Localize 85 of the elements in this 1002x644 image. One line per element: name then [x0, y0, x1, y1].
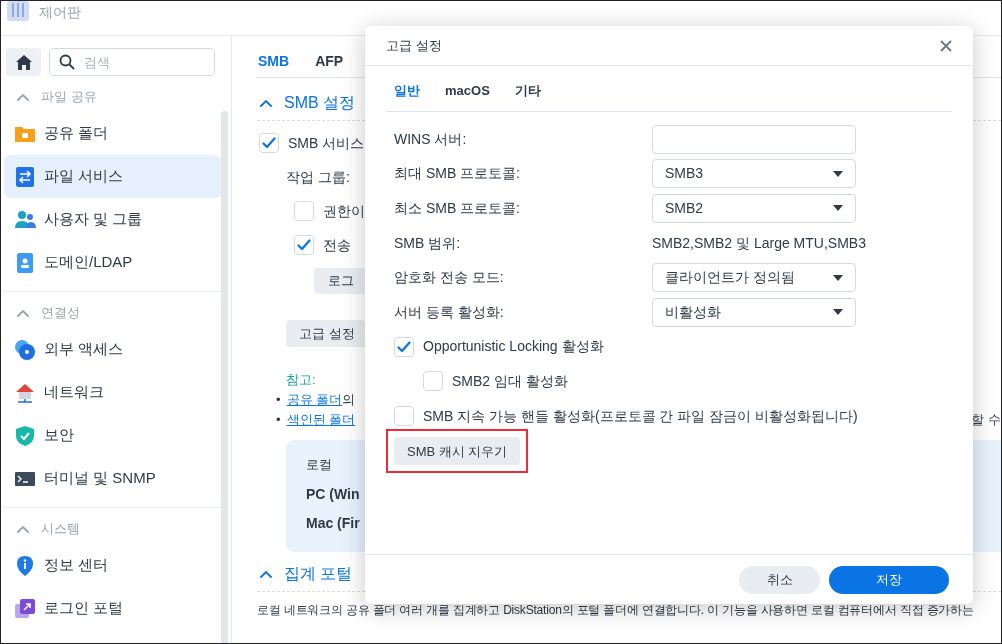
- window-title: 제어판: [39, 3, 81, 22]
- field-value: SMB2,SMB2 및 Large MTU,SMB3: [652, 233, 866, 253]
- info-pin-icon: [14, 554, 36, 577]
- advanced-settings-button[interactable]: 고급 설정: [286, 320, 366, 347]
- users-icon: [14, 208, 36, 231]
- section-title: SMB 설정: [284, 92, 356, 113]
- tab[interactable]: macOS: [445, 80, 490, 100]
- dropdown[interactable]: 비활성화: [652, 297, 856, 327]
- field-label: SMB 범위:: [394, 233, 462, 253]
- dropdown[interactable]: 클라이언트가 정의됨: [652, 263, 856, 293]
- file-transfer-icon: [14, 165, 36, 188]
- dropdown[interactable]: SMB2: [652, 194, 856, 223]
- shield-icon: [14, 424, 36, 447]
- section-header: 파일 공유: [41, 88, 97, 107]
- sidebar-item[interactable]: 도메인/LDAP: [4, 241, 221, 284]
- chevron-up-icon[interactable]: [17, 525, 29, 533]
- bullet: •: [276, 391, 281, 410]
- app-icon: [7, 1, 29, 21]
- field-label: 서버 등록 활성화:: [394, 302, 505, 322]
- note-title: 참고:: [286, 371, 316, 390]
- checkbox[interactable]: [294, 201, 314, 221]
- home-icon: [15, 54, 32, 70]
- link[interactable]: 공유 폴더: [286, 392, 343, 408]
- checkbox[interactable]: [294, 235, 314, 255]
- checkbox[interactable]: [423, 371, 443, 392]
- search-icon: [59, 54, 75, 70]
- clear-cache-button[interactable]: SMB 캐시 지우기: [394, 437, 521, 466]
- save-button[interactable]: 저장: [829, 565, 949, 594]
- search-field[interactable]: 검색: [49, 48, 215, 76]
- sidebar-item[interactable]: 파일 서비스: [4, 155, 221, 198]
- section-description: 로컬 네트워크의 공유 폴더 여러 개를 집계하고 DiskStation의 포털 폴더에 연결합니다. 이 기능을 사용하면 로컬 컴퓨터에서 직접 증가하는: [257, 602, 974, 619]
- checkbox-label: 전송: [323, 235, 351, 255]
- checkbox-label: Opportunistic Locking 활성화: [423, 337, 604, 357]
- caret-icon: [833, 274, 843, 281]
- field-label: WINS 서버:: [394, 129, 468, 149]
- caret-icon: [833, 309, 843, 316]
- sidebar-item[interactable]: 공유 폴더: [4, 112, 221, 155]
- checkbox-label: 권한이: [323, 201, 365, 221]
- field-label: 작업 그룹:: [286, 167, 350, 187]
- field-label: 암호화 전송 모드:: [394, 268, 505, 288]
- sidebar-item[interactable]: 터미널 및 SNMP: [4, 457, 221, 500]
- chevron-up-icon[interactable]: [17, 93, 29, 101]
- info-text: 로컬: [306, 456, 333, 474]
- caret-icon: [833, 205, 843, 212]
- sidebar-item[interactable]: 정보 센터: [4, 544, 221, 587]
- checkbox-label: SMB 서비스: [288, 133, 365, 153]
- home-button[interactable]: [6, 48, 41, 76]
- section-header: 연결성: [41, 304, 80, 323]
- checkbox-label: SMB 지속 가능 핸들 활성화(프로토콜 간 파일 잠금이 비활성화됩니다): [423, 406, 858, 426]
- scrollbar[interactable]: [221, 111, 228, 643]
- checkbox[interactable]: [259, 133, 279, 153]
- checkbox[interactable]: [394, 406, 414, 427]
- tab[interactable]: 기타: [514, 80, 541, 100]
- section-header: 시스템: [41, 520, 80, 539]
- input-field[interactable]: [652, 124, 856, 154]
- field-label: 최대 SMB 프로토콜:: [394, 164, 521, 184]
- link[interactable]: 색인된 폴더: [286, 410, 356, 430]
- tab[interactable]: AFP: [315, 51, 344, 72]
- section-title: 집계 포털: [284, 564, 353, 584]
- id-card-icon: [14, 251, 36, 274]
- info-text: Mac (Fir: [306, 514, 361, 533]
- sidebar-item[interactable]: 네트워크: [4, 371, 221, 414]
- chevron-up-icon[interactable]: [260, 98, 272, 107]
- cancel-button[interactable]: 취소: [739, 565, 820, 594]
- info-text: PC (Win: [306, 485, 361, 504]
- note-text: 공유 폴더 의: [286, 391, 356, 410]
- tab[interactable]: SMB: [258, 51, 290, 72]
- close-icon[interactable]: [940, 39, 952, 52]
- sidebar-item[interactable]: 사용자 및 그룹: [4, 198, 221, 241]
- house-icon: [14, 381, 36, 404]
- portal-icon: [14, 597, 36, 620]
- chevron-up-icon[interactable]: [17, 309, 29, 317]
- chevron-up-icon[interactable]: [260, 570, 272, 578]
- sidebar-item[interactable]: 로그인 포털: [4, 587, 221, 630]
- tab[interactable]: 일반: [394, 80, 420, 100]
- bullet: •: [276, 411, 281, 430]
- caret-icon: [833, 170, 843, 177]
- field-label: 최소 SMB 프로토콜:: [394, 199, 521, 218]
- checkbox[interactable]: [394, 336, 414, 357]
- sidebar-item[interactable]: 외부 액세스: [4, 328, 221, 371]
- sidebar-item[interactable]: 보안: [4, 414, 221, 457]
- dropdown[interactable]: SMB3: [652, 159, 856, 189]
- dialog-title: 고급 설정: [386, 36, 442, 55]
- note-text-fragment: 할 수: [971, 411, 1001, 430]
- checkbox-label: SMB2 임대 활성화: [452, 371, 568, 391]
